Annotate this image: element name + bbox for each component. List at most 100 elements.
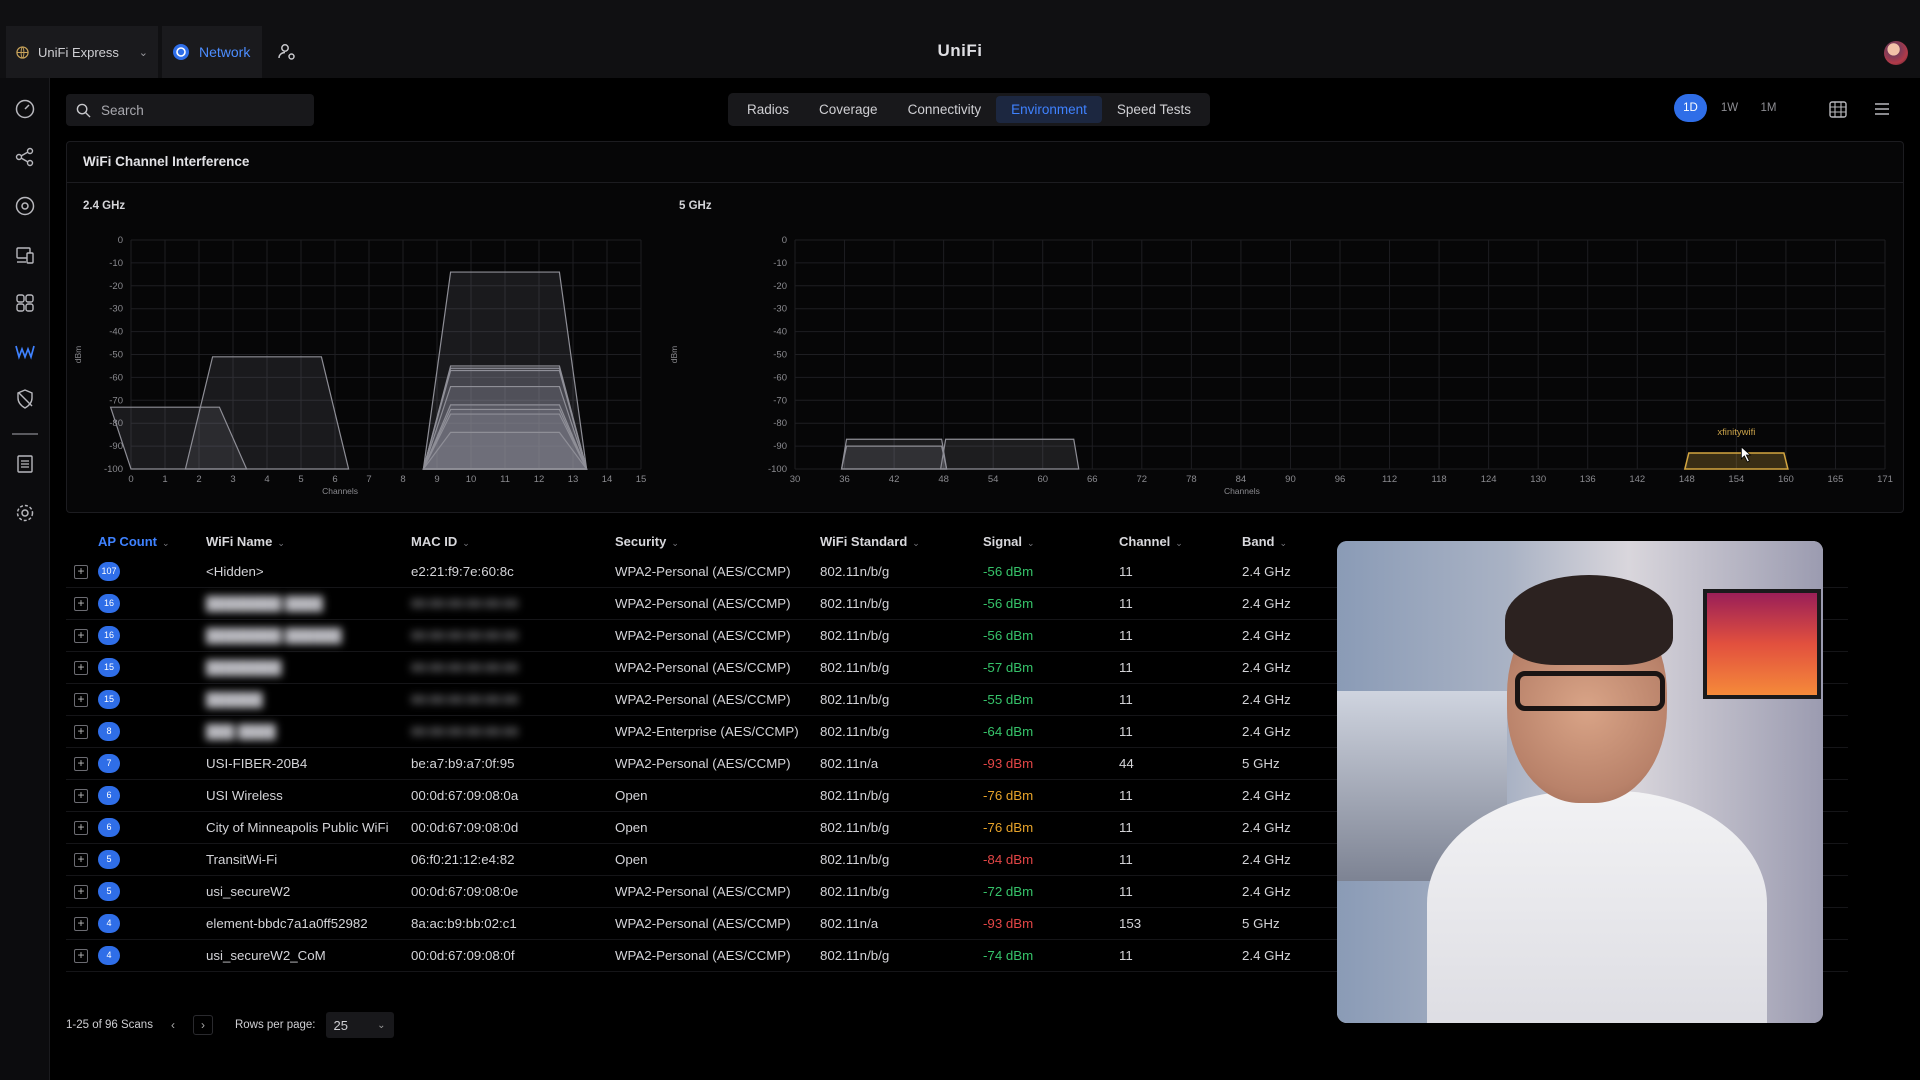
cell-band: 2.4 GHz <box>1242 820 1291 835</box>
cell-security: WPA2-Personal (AES/CCMP) <box>615 596 791 611</box>
y-tick-label: -70 <box>773 395 787 406</box>
cell-mac-id: 00:00:00:00:00:00 <box>411 596 519 611</box>
sort-icon: ⌄ <box>161 538 170 548</box>
expand-row-icon[interactable]: + <box>74 693 88 707</box>
x-tick-label: 90 <box>1285 474 1296 485</box>
search-input[interactable] <box>101 102 301 118</box>
x-tick-label: 96 <box>1335 474 1346 485</box>
col-mac-id[interactable]: MAC ID ⌄ <box>411 534 470 549</box>
prev-page-button[interactable]: ‹ <box>163 1015 183 1035</box>
col-band[interactable]: Band ⌄ <box>1242 534 1287 549</box>
cell-signal: -74 dBm <box>983 948 1034 963</box>
col-channel[interactable]: Channel ⌄ <box>1119 534 1183 549</box>
tab-radios[interactable]: Radios <box>732 96 804 123</box>
dashboard-icon[interactable] <box>12 96 38 122</box>
cell-wifi-name: ██████ <box>206 692 263 707</box>
cell-wifi-standard: 802.11n/b/g <box>820 884 890 899</box>
expand-row-icon[interactable]: + <box>74 821 88 835</box>
ap-count-badge: 15 <box>98 658 120 677</box>
range-1d-button[interactable]: 1D <box>1674 94 1707 122</box>
col-signal[interactable]: Signal ⌄ <box>983 534 1035 549</box>
cell-channel: 153 <box>1119 916 1142 931</box>
cell-signal: -93 dBm <box>983 756 1034 771</box>
rows-per-page-label: Rows per page: <box>234 1019 316 1031</box>
col-security[interactable]: Security ⌄ <box>615 534 679 549</box>
cell-wifi-standard: 802.11n/a <box>820 756 879 771</box>
expand-row-icon[interactable]: + <box>74 565 88 579</box>
range-1m-button[interactable]: 1M <box>1752 94 1785 122</box>
cell-signal: -56 dBm <box>983 628 1034 643</box>
cell-band: 2.4 GHz <box>1242 852 1291 867</box>
table-footer: 1-25 of 96 Scans ‹ › Rows per page: 25 ⌄ <box>66 1012 394 1038</box>
expand-row-icon[interactable]: + <box>74 917 88 931</box>
cell-band: 5 GHz <box>1242 756 1280 771</box>
col-ap-count-label: AP Count <box>98 534 157 549</box>
time-range-selector: 1D 1W 1M <box>1674 94 1785 122</box>
col-ap-count[interactable]: AP Count ⌄ <box>98 534 170 549</box>
tab-environment[interactable]: Environment <box>996 96 1102 123</box>
tab-speed-tests[interactable]: Speed Tests <box>1102 96 1206 123</box>
col-signal-label: Signal <box>983 534 1023 549</box>
col-wifi-name[interactable]: WiFi Name ⌄ <box>206 534 285 549</box>
y-tick-label: -30 <box>773 304 787 315</box>
expand-row-icon[interactable]: + <box>74 757 88 771</box>
cell-wifi-standard: 802.11n/b/g <box>820 948 890 963</box>
y-tick-label: -60 <box>109 372 123 383</box>
tab-coverage[interactable]: Coverage <box>804 96 893 123</box>
ap-count-badge: 7 <box>98 754 120 773</box>
devices-icon[interactable] <box>12 193 38 219</box>
range-1w-button[interactable]: 1W <box>1713 94 1746 122</box>
y-tick-label: -10 <box>773 258 787 269</box>
x-tick-label: 10 <box>466 474 477 485</box>
expand-row-icon[interactable]: + <box>74 597 88 611</box>
calendar-icon[interactable] <box>1828 99 1848 119</box>
col-wifi-standard[interactable]: WiFi Standard ⌄ <box>820 534 920 549</box>
cell-channel: 11 <box>1119 596 1133 611</box>
insights-icon[interactable] <box>12 338 38 364</box>
topology-icon[interactable] <box>12 144 38 170</box>
expand-row-icon[interactable]: + <box>74 725 88 739</box>
x-axis-label: Channels <box>322 486 358 496</box>
ap-count-badge: 4 <box>98 946 120 965</box>
next-page-button[interactable]: › <box>192 1015 213 1035</box>
security-icon[interactable] <box>12 386 38 412</box>
x-tick-label: 13 <box>568 474 579 485</box>
tab-connectivity[interactable]: Connectivity <box>893 96 997 123</box>
avatar[interactable] <box>1884 41 1908 65</box>
ap-count-badge: 16 <box>98 626 120 645</box>
x-tick-label: 4 <box>264 474 269 485</box>
x-tick-label: 8 <box>400 474 405 485</box>
expand-row-icon[interactable]: + <box>74 629 88 643</box>
settings-icon[interactable] <box>12 500 38 526</box>
rows-per-page-select[interactable]: 25 ⌄ <box>325 1012 394 1038</box>
client-devices-icon[interactable] <box>12 242 38 268</box>
y-tick-label: -70 <box>109 395 123 406</box>
panel-divider <box>67 182 1903 183</box>
expand-row-icon[interactable]: + <box>74 885 88 899</box>
cell-mac-id: 8a:ac:b9:bb:02:c1 <box>411 916 517 931</box>
sidebar <box>0 78 50 1080</box>
expand-row-icon[interactable]: + <box>74 661 88 675</box>
y-axis-label: dBm <box>73 346 83 363</box>
logs-icon[interactable] <box>12 451 38 477</box>
x-tick-label: 148 <box>1679 474 1695 485</box>
apps-icon[interactable] <box>12 290 38 316</box>
cell-band: 2.4 GHz <box>1242 948 1291 963</box>
highlighted-network-band <box>1683 452 1789 470</box>
col-security-label: Security <box>615 534 667 549</box>
search-box[interactable] <box>66 94 314 126</box>
cell-wifi-name: ███ ████ <box>206 724 276 739</box>
x-tick-label: 72 <box>1137 474 1148 485</box>
ap-count-badge: 8 <box>98 722 120 741</box>
expand-row-icon[interactable]: + <box>74 789 88 803</box>
list-view-icon[interactable] <box>1872 99 1892 119</box>
expand-row-icon[interactable]: + <box>74 949 88 963</box>
expand-row-icon[interactable]: + <box>74 853 88 867</box>
x-tick-label: 54 <box>988 474 999 485</box>
x-tick-label: 9 <box>434 474 439 485</box>
cell-wifi-name: USI-FIBER-20B4 <box>206 756 308 771</box>
sort-icon: ⌄ <box>1175 538 1183 548</box>
x-tick-label: 78 <box>1186 474 1197 485</box>
cell-security: WPA2-Personal (AES/CCMP) <box>615 564 791 579</box>
y-tick-label: 0 <box>782 235 787 246</box>
